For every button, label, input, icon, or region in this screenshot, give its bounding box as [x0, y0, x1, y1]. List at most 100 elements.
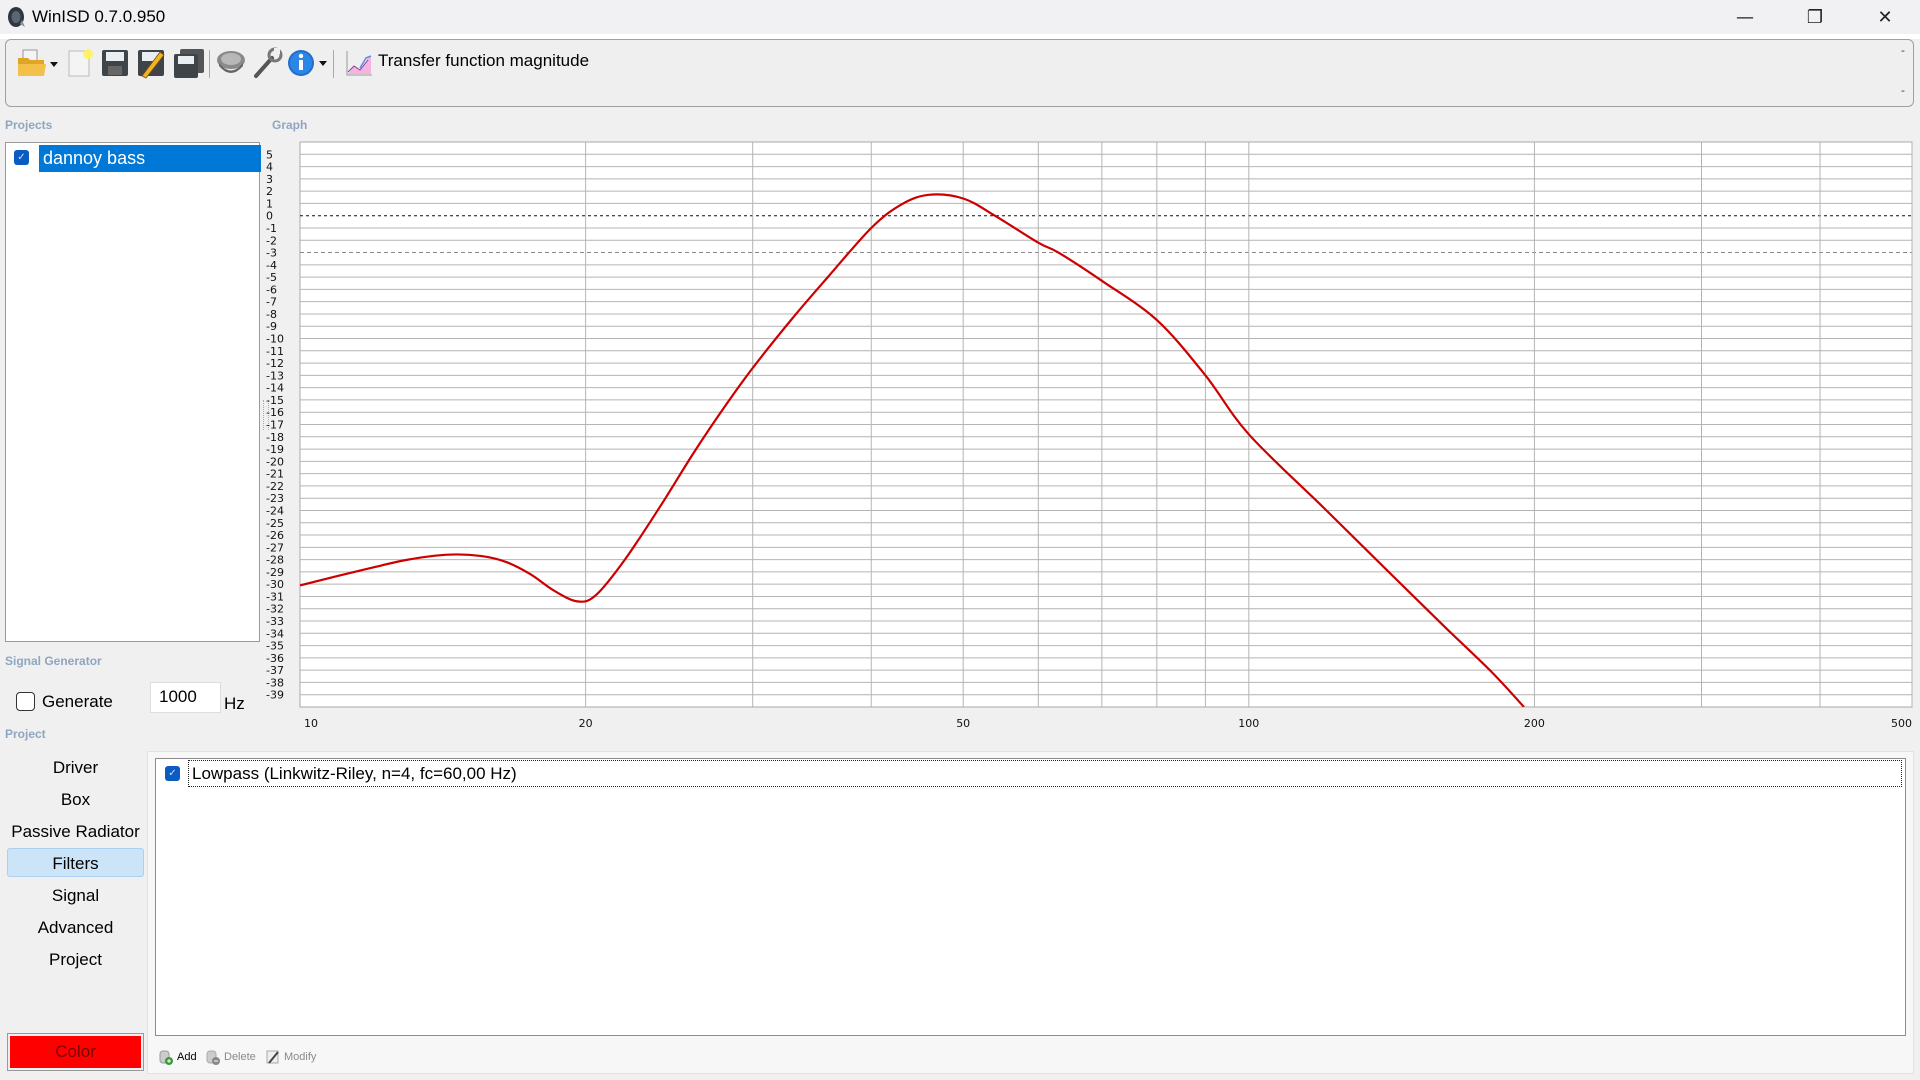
minimize-button[interactable]: —: [1710, 0, 1780, 34]
y-tick-label: -23: [266, 492, 284, 505]
y-tick-label: -4: [266, 259, 277, 272]
y-tick-label: -38: [266, 676, 284, 689]
y-tick-label: -26: [266, 529, 284, 542]
save-all-button[interactable]: [170, 46, 206, 80]
toolbar-separator: [333, 50, 334, 78]
y-tick-label: -6: [266, 283, 277, 296]
y-tick-label: -37: [266, 664, 284, 677]
filter-checkbox[interactable]: ✓: [165, 766, 180, 781]
x-tick-label: 10: [304, 717, 318, 730]
y-tick-label: -5: [266, 271, 277, 284]
close-button[interactable]: ✕: [1850, 0, 1920, 34]
y-tick-label: -8: [266, 308, 277, 321]
speaker-driver-icon: [217, 51, 245, 73]
generate-checkbox[interactable]: [16, 692, 35, 711]
project-item[interactable]: dannoy bass: [39, 145, 261, 172]
y-tick-label: -36: [266, 652, 284, 665]
floppy-stack-icon: [174, 49, 204, 78]
save-project-button[interactable]: [98, 46, 132, 80]
y-tick-label: -19: [266, 443, 284, 456]
y-tick-label: -9: [266, 320, 277, 333]
y-tick-label: -14: [266, 382, 284, 395]
view-selector-icon-button[interactable]: [344, 46, 374, 80]
nav-driver[interactable]: Driver: [7, 753, 144, 782]
toolbar-scroll-up[interactable]: -: [1901, 44, 1905, 57]
check-icon: ✓: [168, 768, 177, 779]
x-tick-label: 200: [1524, 717, 1545, 730]
x-tick-label: 20: [579, 717, 593, 730]
add-filter-button[interactable]: Add: [158, 1049, 197, 1065]
y-tick-label: -31: [266, 590, 284, 603]
y-tick-label: -24: [266, 504, 284, 517]
wrench-icon: [254, 47, 283, 78]
y-tick-label: -30: [266, 578, 284, 591]
info-icon: [288, 50, 327, 76]
options-button[interactable]: [250, 46, 284, 80]
view-selector[interactable]: Transfer function magnitude: [378, 51, 589, 71]
modify-label: Modify: [284, 1051, 317, 1063]
y-tick-label: -25: [266, 517, 284, 530]
y-tick-label: -39: [266, 689, 284, 702]
project-checkbox[interactable]: ✓: [14, 150, 29, 165]
open-folder-icon: [18, 49, 58, 76]
projects-list[interactable]: ✓ dannoy bass: [5, 142, 261, 642]
nav-advanced[interactable]: Advanced: [7, 913, 144, 942]
delete-db-icon: [206, 1050, 220, 1065]
title-bar: WinISD 0.7.0.950 — ❐ ✕: [0, 0, 1920, 34]
y-tick-label: -16: [266, 406, 284, 419]
new-project-button[interactable]: [64, 46, 94, 80]
y-tick-label: -33: [266, 615, 284, 628]
nav-passive-radiator[interactable]: Passive Radiator: [7, 817, 144, 846]
filters-list[interactable]: ✓ Lowpass (Linkwitz-Riley, n=4, fc=60,00…: [155, 758, 1906, 1036]
speaker-app-icon: [8, 7, 25, 27]
y-tick-label: -21: [266, 468, 284, 481]
color-button[interactable]: Color: [7, 1033, 144, 1071]
modify-filter-button[interactable]: Modify: [265, 1049, 316, 1065]
minimize-icon: —: [1736, 6, 1754, 28]
frequency-input[interactable]: 1000: [150, 682, 221, 713]
y-tick-label: -1: [266, 222, 277, 235]
nav-filters[interactable]: Filters: [7, 848, 144, 877]
y-tick-label: -22: [266, 480, 284, 493]
check-icon: ✓: [17, 152, 26, 163]
save-as-button[interactable]: [134, 46, 168, 80]
y-tick-label: -27: [266, 541, 284, 554]
y-tick-label: -10: [266, 333, 284, 346]
nav-project[interactable]: Project: [7, 945, 144, 974]
y-tick-label: 5: [266, 148, 273, 161]
y-tick-label: 0: [266, 210, 273, 223]
toolbar-scroll-down[interactable]: -: [1901, 84, 1905, 97]
window-title: WinISD 0.7.0.950: [32, 7, 166, 26]
y-tick-label: -15: [266, 394, 284, 407]
x-tick-label: 500: [1891, 717, 1912, 730]
y-tick-label: -32: [266, 603, 284, 616]
nav-box[interactable]: Box: [7, 785, 144, 814]
about-button[interactable]: [286, 46, 330, 80]
modify-pencil-icon: [266, 1050, 279, 1064]
y-tick-label: -11: [266, 345, 284, 358]
signal-generator-label: Signal Generator: [5, 654, 102, 668]
y-tick-label: -3: [266, 247, 277, 260]
y-tick-label: -17: [266, 419, 284, 432]
add-label: Add: [177, 1051, 197, 1063]
toolbar: Transfer function magnitude - -: [5, 39, 1914, 107]
color-button-label: Color: [10, 1036, 141, 1068]
filter-item[interactable]: Lowpass (Linkwitz-Riley, n=4, fc=60,00 H…: [188, 760, 1902, 787]
y-tick-label: 2: [266, 185, 273, 198]
y-tick-label: 3: [266, 173, 273, 186]
y-tick-label: 4: [266, 161, 273, 174]
y-tick-label: -34: [266, 627, 284, 640]
y-tick-label: -18: [266, 431, 284, 444]
y-tick-label: 1: [266, 197, 273, 210]
driver-editor-button[interactable]: [214, 46, 248, 80]
frequency-unit: Hz: [224, 694, 245, 713]
x-tick-label: 100: [1238, 717, 1259, 730]
x-tick-label: 50: [956, 717, 970, 730]
nav-signal[interactable]: Signal: [7, 881, 144, 910]
delete-filter-button[interactable]: Delete: [205, 1049, 256, 1065]
y-tick-label: -7: [266, 296, 277, 309]
open-project-button[interactable]: [14, 46, 62, 80]
toolbar-separator: [209, 50, 210, 78]
restore-icon: ❐: [1806, 6, 1824, 28]
maximize-button[interactable]: ❐: [1780, 0, 1850, 34]
